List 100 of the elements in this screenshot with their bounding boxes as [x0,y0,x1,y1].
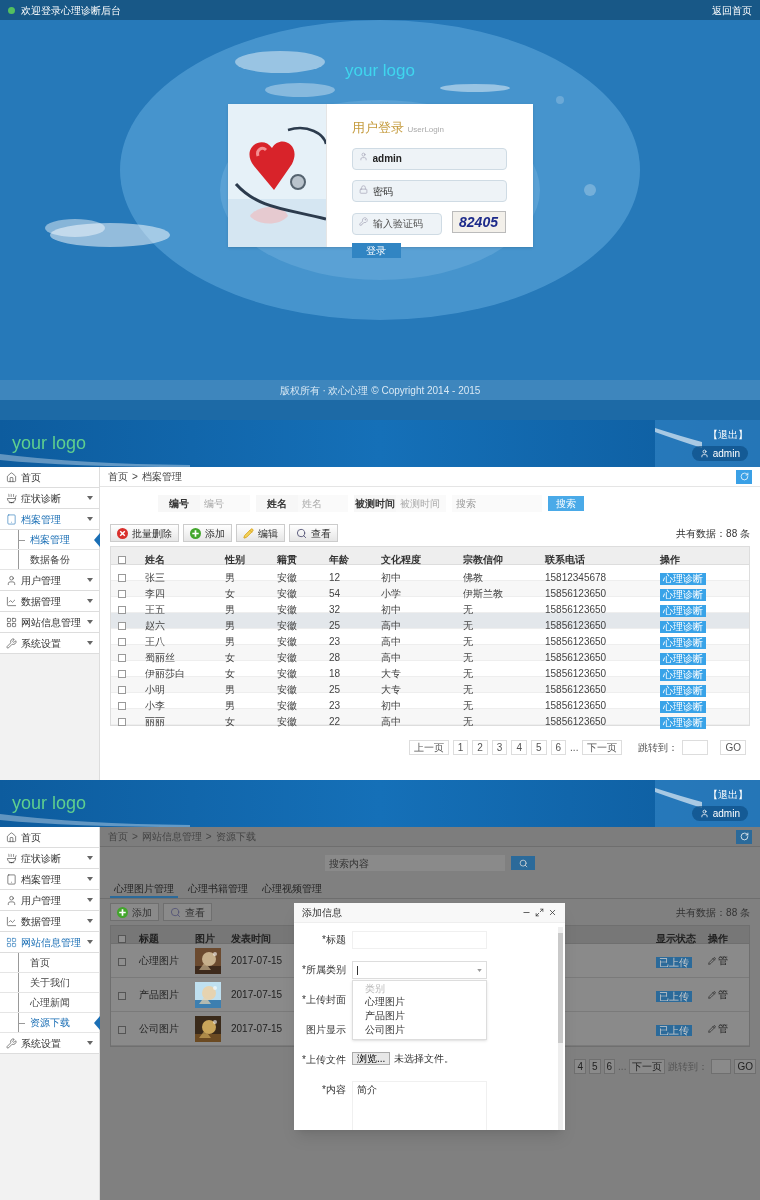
submenu-item[interactable]: 数据备份 [0,550,99,570]
sidebar-item[interactable]: 档案管理 [0,509,99,530]
caret-icon [87,578,93,582]
column-header: 显示状态 [655,931,697,946]
checkbox[interactable] [118,638,126,646]
manage-button[interactable]: 管 [704,1021,749,1036]
dropdown-option[interactable]: 公司图片 [353,1023,486,1037]
caret-icon [87,877,93,881]
next-page-button[interactable]: 下一页 [582,740,623,755]
caret-icon [87,599,93,603]
go-button[interactable]: GO [720,740,746,755]
status-badge: 已上传 [656,990,692,1002]
manage-button[interactable]: 管 [704,987,749,1002]
sidebar-item[interactable]: 用户管理 [0,570,99,591]
tablet-icon [6,873,17,885]
toolbar-button[interactable]: 查看 [163,903,212,921]
add-icon [190,527,201,539]
sidebar-item[interactable]: 症状诊断 [0,848,99,869]
user-badge[interactable]: admin [691,805,748,821]
toolbar-button[interactable]: 添加 [183,524,232,542]
checkbox[interactable] [118,686,126,694]
toolbar-button[interactable]: 添加 [110,903,159,921]
toolbar-button[interactable]: 查看 [289,524,338,542]
checkbox[interactable] [118,702,126,710]
maximize-icon[interactable] [535,908,544,917]
checkbox[interactable] [118,670,126,678]
search-icon [518,858,528,868]
browse-button[interactable]: 浏览... [352,1052,391,1065]
user-icon [699,808,709,818]
page-button[interactable]: 1 [452,740,469,755]
checkbox[interactable] [118,718,126,726]
submenu-item[interactable]: 档案管理 [0,530,99,550]
dropdown-option[interactable]: 产品图片 [353,1009,486,1023]
checkbox[interactable] [118,1025,126,1034]
tab[interactable]: 心理视频管理 [258,880,326,898]
page-number-field[interactable] [711,1059,732,1074]
logout-link[interactable]: 【退出】 [708,786,748,802]
logout-link[interactable]: 【退出】 [708,426,748,442]
close-icon[interactable] [548,908,557,917]
keyword-field[interactable]: 搜索 [452,495,542,512]
page-button[interactable]: 2 [472,740,488,755]
search-button[interactable] [511,856,535,870]
pencil-icon [708,990,716,999]
refresh-button[interactable] [736,469,752,484]
search-field[interactable]: 姓名 [298,495,348,512]
submenu-item[interactable]: 心理新闻 [0,993,99,1013]
page-button[interactable]: 5 [530,740,547,755]
sidebar-item[interactable]: 系统设置 [0,633,99,654]
submenu-item[interactable]: 资源下载 [0,1013,99,1033]
sidebar-item[interactable]: 用户管理 [0,890,99,911]
jump-label: 跳转到： [638,741,679,755]
sidebar-item[interactable]: 症状诊断 [0,488,99,509]
content-textarea[interactable]: 简介 [352,1081,487,1130]
checkbox[interactable] [118,606,126,614]
column-header: 姓名 [144,552,166,567]
breadcrumb-link[interactable]: 档案管理 [141,469,182,484]
tab[interactable]: 心理图片管理 [110,880,178,898]
dropdown-option[interactable]: 心理图片 [353,995,486,1009]
checkbox[interactable] [118,654,126,662]
breadcrumb-separator: > [132,470,138,484]
search-label: 编号 [158,495,200,512]
sidebar-item[interactable]: 数据管理 [0,911,99,932]
sidebar-item[interactable]: 首页 [0,467,99,488]
search-field[interactable]: 搜索内容 [325,855,505,871]
go-button[interactable]: GO [734,1059,756,1074]
sidebar-item[interactable]: 首页 [0,827,99,848]
page-button[interactable]: 4 [574,1059,586,1074]
page-button[interactable]: 4 [511,740,527,755]
checkbox[interactable] [118,622,126,630]
submenu-item[interactable]: 关于我们 [0,973,99,993]
page-button[interactable]: 5 [588,1059,601,1074]
submenu-item[interactable]: 首页 [0,953,99,973]
toolbar-button[interactable]: 编辑 [236,524,285,542]
manage-button[interactable]: 管 [704,953,749,968]
scrollbar-thumb[interactable] [558,933,563,1043]
sidebar-item[interactable]: 系统设置 [0,1033,99,1054]
prev-page-button[interactable]: 上一页 [408,740,449,755]
checkbox[interactable] [118,590,126,598]
sidebar-item[interactable]: 网站信息管理 [0,612,99,633]
user-badge[interactable]: admin [691,445,748,461]
checkbox[interactable] [118,935,126,943]
breadcrumb-link[interactable]: 首页 [108,469,128,484]
caret-icon [87,1041,93,1045]
caret-icon [87,620,93,624]
toolbar-button[interactable]: 批量删除 [110,524,179,542]
search-field[interactable]: 编号 [200,495,250,512]
refresh-button[interactable] [736,829,752,844]
page-button[interactable]: 6 [603,1059,616,1074]
checkbox[interactable] [118,991,126,1000]
checkbox[interactable] [118,957,126,966]
sidebar-item[interactable]: 档案管理 [0,869,99,890]
tab[interactable]: 心理书籍管理 [184,880,252,898]
sidebar-item[interactable]: 数据管理 [0,591,99,612]
page-button[interactable]: 3 [491,740,508,755]
sidebar-item[interactable]: 网站信息管理 [0,932,99,953]
page-button[interactable]: 6 [550,740,567,755]
search-field[interactable]: 被测时间 [396,495,446,512]
column-header: 籍贯 [276,552,298,567]
checkbox[interactable] [118,574,126,582]
checkbox[interactable] [118,556,126,564]
